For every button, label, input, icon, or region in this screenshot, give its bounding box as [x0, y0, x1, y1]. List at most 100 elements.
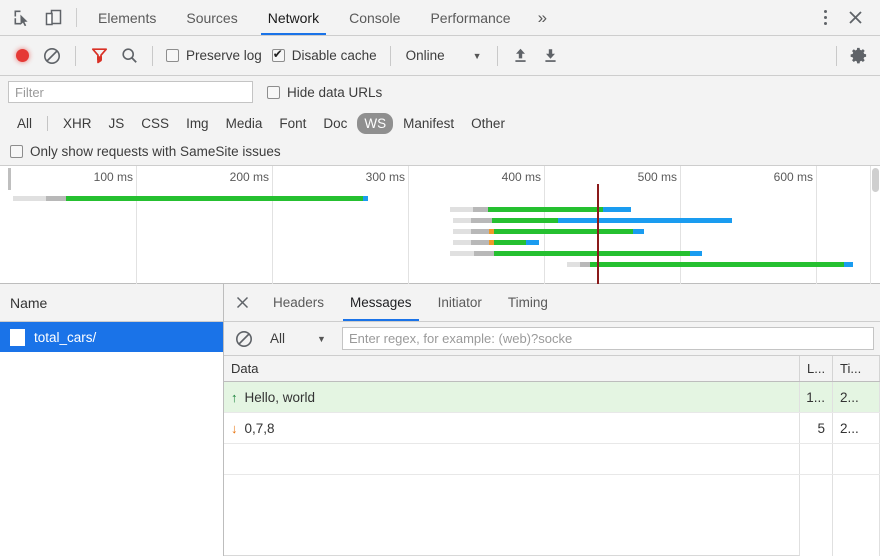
arrow-up-icon: ↑	[231, 389, 238, 405]
details-tab-initiator-label: Initiator	[437, 295, 482, 310]
details-tab-initiator[interactable]: Initiator	[425, 284, 495, 321]
close-icon[interactable]	[840, 3, 870, 33]
record-button[interactable]	[8, 42, 36, 70]
device-toolbar-icon[interactable]	[42, 7, 64, 29]
waterfall-segment-waiting	[491, 218, 559, 223]
timeline-tick-200ms-label: 200 ms	[229, 170, 269, 184]
message-regex-input[interactable]	[341, 327, 874, 350]
details-tab-timing[interactable]: Timing	[495, 284, 561, 321]
filter-input[interactable]	[8, 81, 253, 103]
tab-network-label: Network	[267, 9, 320, 26]
waterfall-segment-download	[362, 196, 368, 201]
type-filter-css[interactable]: CSS	[134, 113, 176, 134]
timeline-tick-300ms-label: 300 ms	[365, 170, 405, 184]
timeline-right-edge	[870, 166, 871, 284]
request-list-header[interactable]: Name	[0, 284, 223, 322]
waterfall-segment-download	[558, 218, 733, 223]
timeline-tick-100ms-label: 100 ms	[93, 170, 133, 184]
message-data-text: 0,7,8	[244, 420, 275, 436]
waterfall-segment-download	[526, 240, 540, 245]
tab-console[interactable]: Console	[334, 0, 415, 35]
filter-row: Hide data URLs	[0, 76, 880, 108]
tab-sources[interactable]: Sources	[171, 0, 252, 35]
samesite-label: Only show requests with SameSite issues	[30, 144, 281, 159]
filter-button[interactable]	[85, 42, 113, 70]
column-header-time-label: Ti...	[840, 361, 862, 376]
preserve-log-checkbox[interactable]: Preserve log	[162, 48, 266, 63]
type-filter-ws[interactable]: WS	[357, 112, 394, 134]
type-filter-font[interactable]: Font	[272, 113, 313, 134]
details-tab-messages[interactable]: Messages	[337, 284, 425, 321]
tab-elements[interactable]: Elements	[83, 0, 171, 35]
waterfall-segment-stalled	[471, 240, 490, 245]
column-header-length[interactable]: L...	[800, 356, 833, 381]
request-row-label: total_cars/	[34, 329, 97, 345]
waterfall-bar	[449, 207, 632, 212]
gear-icon	[850, 47, 866, 64]
tab-performance[interactable]: Performance	[415, 0, 525, 35]
kebab-menu-icon[interactable]	[812, 5, 838, 31]
throttling-select[interactable]: Online ▼	[400, 48, 488, 63]
message-row-received[interactable]: ↓ 0,7,8 5 2...	[224, 413, 880, 444]
chevron-down-icon: ▼	[317, 333, 326, 344]
type-filter-other[interactable]: Other	[464, 113, 512, 134]
waterfall-segment-download	[603, 207, 632, 212]
request-list-pane: Name total_cars/	[0, 284, 224, 556]
inspect-element-icon[interactable]	[10, 7, 32, 29]
toolbar-divider-1	[75, 45, 76, 66]
waterfall-segment-stalled	[473, 251, 495, 256]
type-filter-xhr[interactable]: XHR	[56, 113, 99, 134]
type-filter-js[interactable]: JS	[102, 113, 132, 134]
waterfall-segment-download	[843, 262, 853, 267]
more-tabs-icon[interactable]: »	[526, 0, 559, 35]
empty-data-cell	[224, 444, 800, 474]
chevron-down-icon: ▼	[472, 50, 482, 61]
hide-data-urls-checkbox[interactable]: Hide data URLs	[267, 85, 382, 100]
type-filter-img[interactable]: Img	[179, 113, 216, 134]
more-tabs-label: »	[537, 7, 548, 27]
download-icon	[545, 49, 556, 62]
details-tab-messages-label: Messages	[350, 295, 412, 310]
tab-network[interactable]: Network	[253, 0, 334, 35]
column-header-time[interactable]: Ti...	[833, 356, 880, 381]
details-tab-headers-label: Headers	[273, 295, 325, 310]
waterfall-bar	[449, 251, 702, 256]
waterfall-segment-queueing	[567, 262, 581, 267]
message-length-cell: 1...	[800, 382, 833, 412]
export-har-button[interactable]	[537, 42, 565, 70]
import-har-button[interactable]	[507, 42, 535, 70]
empty-time-cell	[833, 444, 880, 474]
message-type-value: All	[270, 331, 286, 346]
record-icon	[15, 49, 29, 62]
search-button[interactable]	[115, 42, 143, 70]
clear-messages-button[interactable]	[230, 325, 258, 353]
type-filter-all[interactable]: All	[10, 113, 39, 134]
network-overview-timeline[interactable]: 100 ms 200 ms 300 ms 400 ms 500 ms 600 m…	[0, 166, 880, 284]
message-row-sent[interactable]: ↑ Hello, world 1... 2...	[224, 382, 880, 413]
waterfall-segment-queueing	[13, 196, 47, 201]
overview-scrollbar[interactable]	[872, 168, 879, 192]
type-filter-img-label: Img	[186, 115, 209, 131]
message-data-text: Hello, world	[244, 389, 316, 405]
type-filter-media[interactable]: Media	[219, 113, 270, 134]
waterfall-bar	[453, 218, 733, 223]
type-filter-doc-label: Doc	[323, 115, 348, 131]
details-close-icon[interactable]	[224, 284, 260, 321]
type-filter-divider	[47, 115, 49, 131]
waterfall-segment-queueing	[453, 240, 472, 245]
settings-button[interactable]	[844, 42, 872, 70]
type-filter-manifest[interactable]: Manifest	[396, 113, 461, 134]
disable-cache-checkbox[interactable]: Disable cache	[268, 47, 381, 63]
samesite-checkbox[interactable]: Only show requests with SameSite issues	[10, 144, 281, 159]
message-type-select[interactable]: All ▼	[262, 331, 334, 346]
messages-filler	[224, 475, 880, 556]
column-header-data[interactable]: Data	[224, 356, 800, 381]
clear-button[interactable]	[38, 42, 66, 70]
details-tab-headers[interactable]: Headers	[260, 284, 337, 321]
arrow-down-icon: ↓	[231, 420, 238, 436]
waterfall-segment-waiting	[487, 207, 604, 212]
type-filter-doc[interactable]: Doc	[316, 113, 354, 134]
overview-left-handle[interactable]	[8, 168, 11, 190]
messages-table-header: Data L... Ti...	[224, 356, 880, 382]
request-row-total-cars[interactable]: total_cars/	[0, 322, 223, 352]
